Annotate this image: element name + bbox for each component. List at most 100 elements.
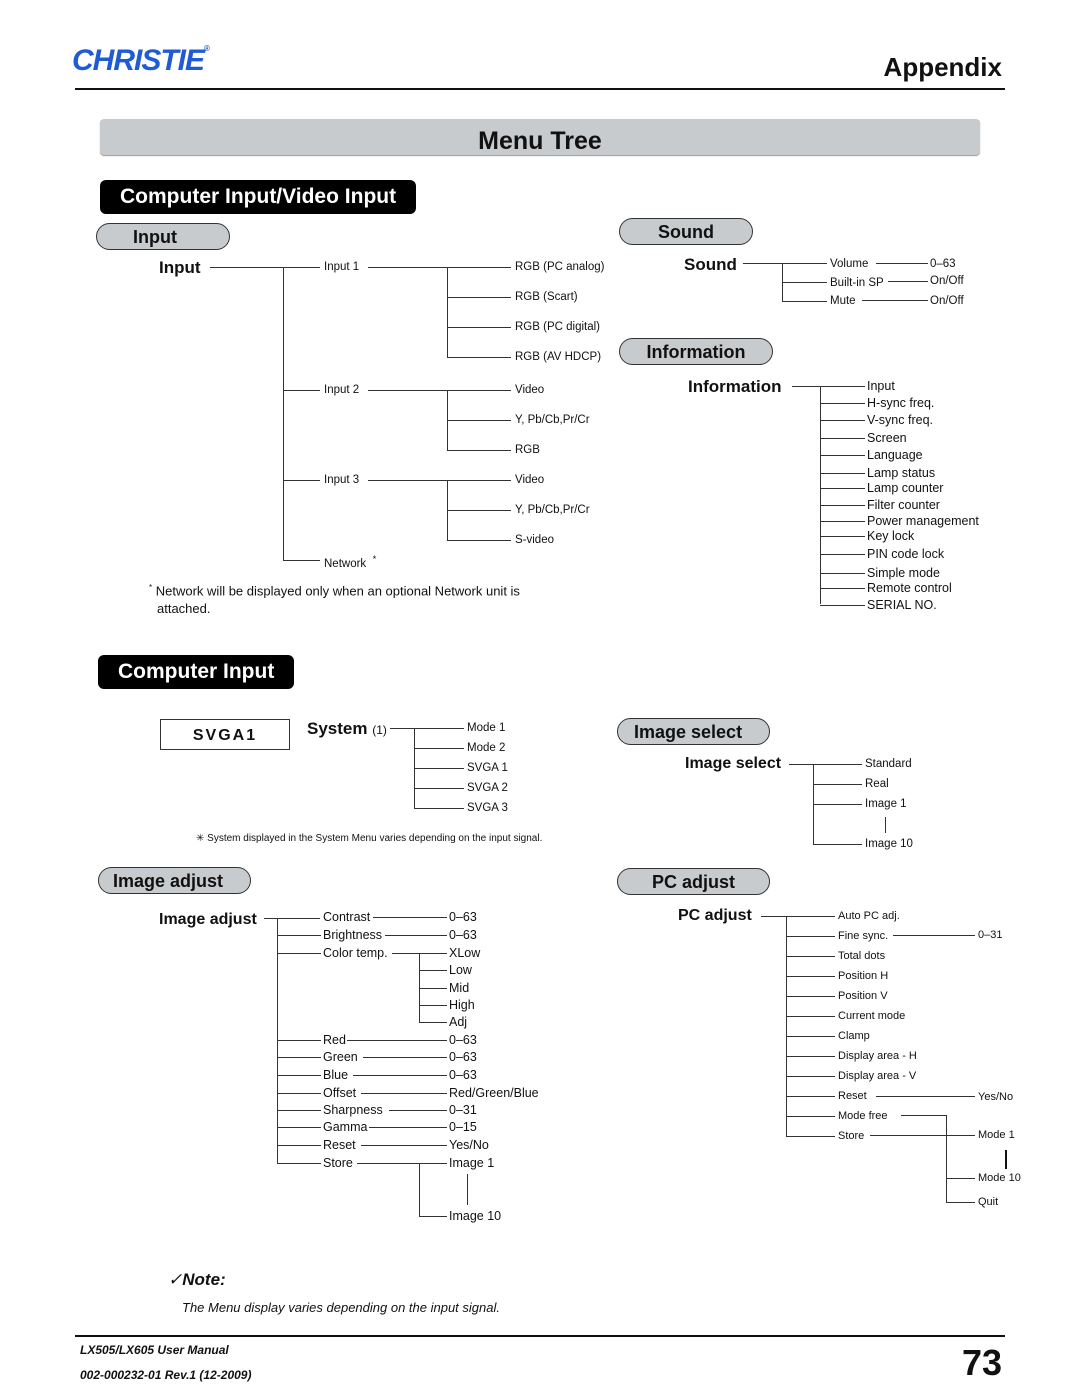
tree-leaf: Filter counter — [867, 498, 940, 512]
tree-leaf: Mode 10 — [978, 1172, 1021, 1184]
tree-connector — [277, 1163, 321, 1165]
tree-value: Red/Green/Blue — [449, 1086, 539, 1100]
tree-node: Position H — [838, 970, 889, 982]
tree-node: Clamp — [838, 1030, 870, 1042]
tree-node: Display area - V — [838, 1070, 917, 1082]
tree-connector — [786, 1056, 835, 1058]
tree-value: 0–63 — [930, 258, 956, 270]
tree-node: Red — [323, 1033, 346, 1047]
tree-value: 0–31 — [449, 1103, 477, 1117]
tree-connector — [361, 1093, 447, 1095]
tree-leaf: Video — [515, 474, 545, 486]
tree-connector — [361, 1145, 447, 1147]
tree-connector — [786, 956, 835, 958]
tree-connector — [820, 438, 865, 440]
tree-node: Gamma — [323, 1120, 368, 1134]
footnote-system: ✳ System displayed in the System Menu va… — [196, 833, 543, 844]
tree-leaf: RGB (PC analog) — [515, 261, 605, 273]
page-number: 73 — [961, 1342, 1002, 1383]
section-title: Appendix — [883, 52, 1002, 82]
tree-leaf: Video — [515, 384, 545, 396]
tree-connector — [277, 1040, 321, 1042]
tree-node: Current mode — [838, 1010, 906, 1022]
tree-leaf: Lamp status — [867, 466, 936, 480]
tree-leaf: Standard — [865, 758, 912, 770]
tree-connector — [820, 605, 865, 607]
tree-value: On/Off — [930, 275, 964, 287]
tree-node: Fine sync. — [838, 930, 889, 942]
tree-connector — [467, 1174, 469, 1205]
tree-leaf: Y, Pb/Cb,Pr/Cr — [515, 504, 590, 516]
tree-connector — [419, 970, 447, 972]
asterisk-mark: * — [372, 554, 377, 565]
tree-value: 0–63 — [449, 1033, 477, 1047]
tree-connector — [786, 1076, 835, 1078]
tree-node: Position V — [838, 990, 888, 1002]
tree-connector — [389, 1110, 447, 1112]
section-header-computer-video-input: Computer Input/Video Input — [100, 180, 417, 214]
tree-connector — [786, 1036, 835, 1038]
tree-value: Low — [449, 963, 472, 977]
tree-node: Mode free — [838, 1110, 888, 1122]
tree-node-network: Network * — [324, 554, 376, 570]
tree-leaf: Y, Pb/Cb,Pr/Cr — [515, 414, 590, 426]
tree-connector — [820, 420, 865, 422]
menu-pill-image-select: Image select — [617, 718, 770, 745]
tree-connector — [363, 1057, 447, 1059]
tree-leaf: SVGA 3 — [467, 802, 508, 814]
tree-leaf: Simple mode — [867, 566, 940, 580]
tree-leaf: RGB (AV HDCP) — [515, 351, 602, 363]
tree-connector — [786, 1136, 835, 1138]
tree-connector — [786, 936, 835, 938]
tree-leaf: SVGA 1 — [467, 762, 508, 774]
section-header-computer-input: Computer Input — [98, 655, 295, 689]
tree-connector — [277, 1110, 321, 1112]
tree-leaf: SERIAL NO. — [867, 598, 937, 612]
tree-node: Input 2 — [324, 384, 360, 396]
tree-connector — [347, 1040, 447, 1042]
tree-leaf: Screen — [867, 431, 907, 445]
tree-connector — [820, 521, 865, 523]
tree-leaf: RGB (PC digital) — [515, 321, 600, 333]
system-note: (1) — [372, 723, 387, 737]
checkmark-icon: ✓ — [168, 1270, 183, 1289]
tree-value: High — [449, 998, 475, 1012]
tree-connector — [786, 1016, 835, 1018]
tree-connector — [419, 1163, 421, 1216]
tree-node: Contrast — [323, 910, 371, 924]
tree-leaf: Real — [865, 778, 889, 790]
tree-connector — [277, 1145, 321, 1147]
menu-pill-pc-adjust: PC adjust — [617, 868, 770, 895]
tree-value: Image 1 — [449, 1156, 495, 1170]
tree-node: Built-in SP — [830, 277, 884, 289]
tree-connector — [277, 1075, 321, 1077]
tree-node: Brightness — [323, 928, 383, 942]
tree-root-pc-adjust: PC adjust — [678, 907, 752, 924]
tree-node: Reset — [323, 1138, 356, 1152]
tree-connector — [373, 917, 447, 919]
tree-root-sound: Sound — [684, 255, 737, 274]
tree-connector — [820, 536, 865, 538]
tree-connector — [820, 505, 865, 507]
tree-leaf: Mode 1 — [978, 1129, 1015, 1141]
note-title: Note: — [182, 1270, 226, 1289]
tree-connector — [357, 1163, 447, 1165]
tree-node: Store — [323, 1156, 353, 1170]
tree-value: 0–15 — [449, 1120, 477, 1134]
tree-value: 0–63 — [449, 1050, 477, 1064]
tree-leaf: Remote control — [867, 581, 952, 595]
tree-leaf: Image 1 — [865, 798, 907, 810]
tree-connector — [277, 1057, 321, 1059]
tree-node: Volume — [830, 258, 869, 270]
tree-root-image-select: Image select — [685, 755, 782, 772]
tree-root-system: System (1) — [307, 719, 387, 739]
tree-leaf: Image 10 — [865, 838, 913, 850]
footnote-line: attached. — [157, 601, 211, 616]
christie-logo: CHRISTIE® — [72, 44, 210, 78]
tree-connector — [786, 976, 835, 978]
tree-connector — [786, 1096, 835, 1098]
tree-connector — [820, 573, 865, 575]
tree-connector — [820, 455, 865, 457]
system-label: System — [307, 719, 368, 738]
menu-pill-sound: Sound — [619, 218, 753, 245]
